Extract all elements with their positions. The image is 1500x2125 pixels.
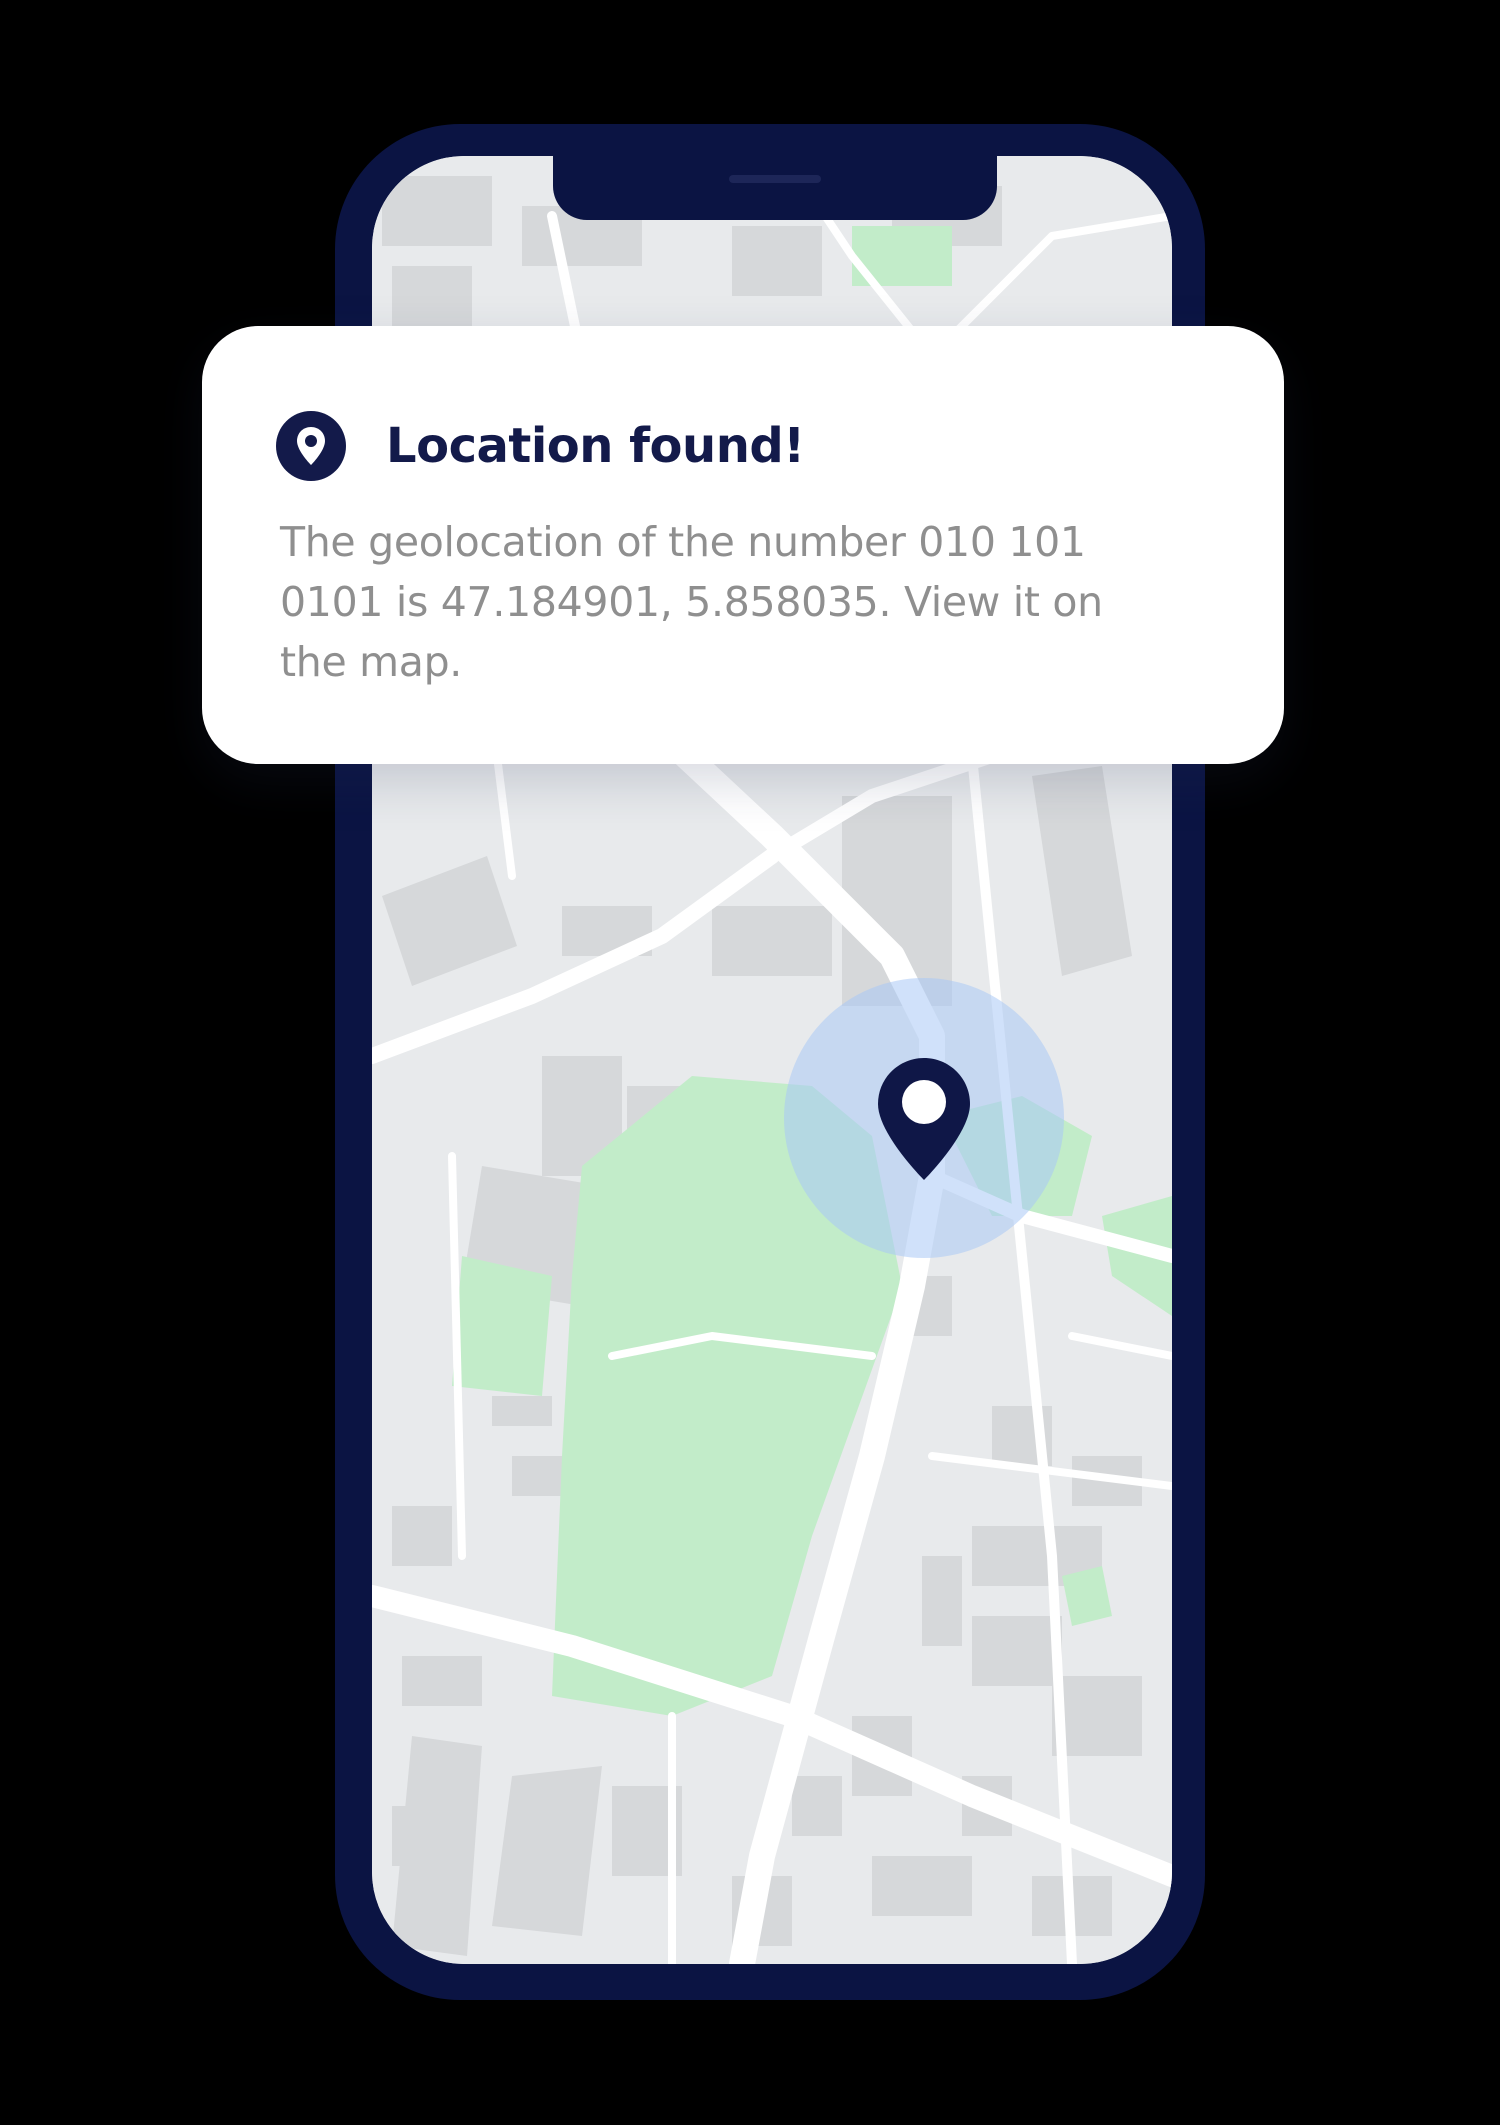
phone-notch: [553, 156, 997, 220]
phone-speaker: [729, 175, 821, 183]
notification-title: Location found!: [386, 418, 805, 474]
notification-message: The geolocation of the number 010 101 01…: [280, 518, 1103, 686]
location-pin-icon: [276, 411, 346, 481]
location-found-notification[interactable]: Location found! The geolocation of the n…: [202, 326, 1284, 764]
map-pin-icon[interactable]: [874, 1054, 974, 1184]
